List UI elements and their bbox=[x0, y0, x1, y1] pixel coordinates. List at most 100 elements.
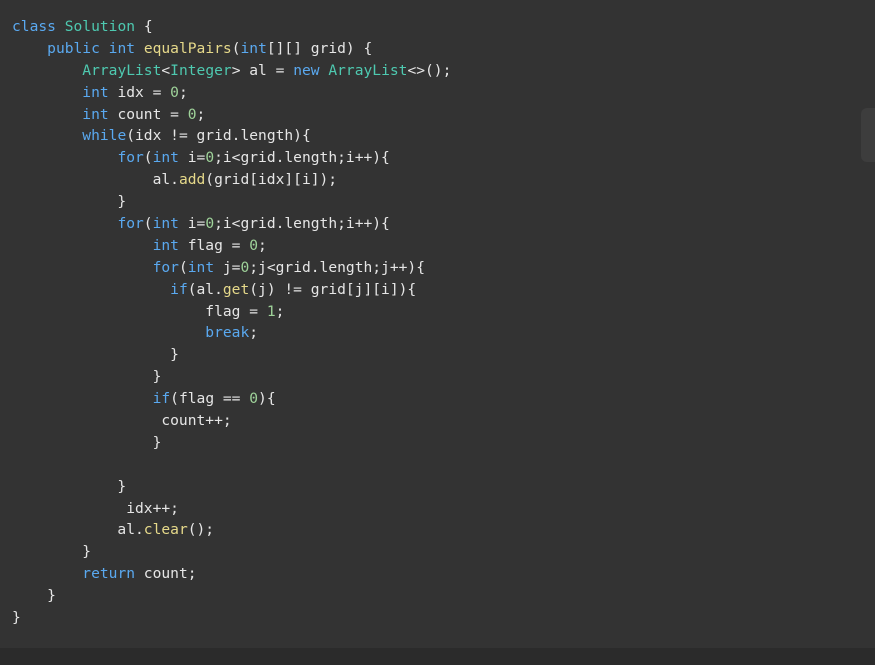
code-token: (al. bbox=[187, 280, 223, 298]
code-token: ; bbox=[196, 105, 206, 123]
code-token: 0 bbox=[205, 215, 215, 233]
code-token: count; bbox=[135, 565, 197, 583]
code-line: for(int j=0;j<grid.length;j++){ bbox=[12, 257, 451, 279]
code-token: } bbox=[12, 433, 162, 451]
code-line: break; bbox=[12, 322, 451, 344]
code-line: for(int i=0;i<grid.length;i++){ bbox=[12, 147, 451, 169]
code-token: 0 bbox=[170, 83, 179, 101]
code-line: } bbox=[12, 432, 451, 454]
code-line: if(flag == 0){ bbox=[12, 388, 451, 410]
code-token: } bbox=[12, 346, 179, 364]
code-token: ; bbox=[258, 236, 267, 254]
code-token: 0 bbox=[205, 149, 215, 167]
code-token: count++; bbox=[12, 412, 232, 430]
code-token: ( bbox=[231, 39, 241, 57]
code-line: if(al.get(j) != grid[j][i]){ bbox=[12, 279, 451, 301]
code-line: } bbox=[12, 585, 451, 607]
code-line: return count; bbox=[12, 563, 451, 585]
code-token: new bbox=[293, 61, 320, 79]
code-token: { bbox=[135, 18, 153, 35]
code-token: get bbox=[222, 280, 250, 298]
code-token: count = bbox=[108, 105, 188, 123]
code-token: if bbox=[170, 280, 188, 298]
code-token: (grid[idx][i]); bbox=[205, 171, 338, 189]
code-token: ( bbox=[143, 215, 153, 233]
code-line: ArrayList<Integer> al = new ArrayList<>(… bbox=[12, 60, 451, 82]
code-line: while(idx != grid.length){ bbox=[12, 125, 451, 147]
code-token: 0 bbox=[249, 390, 259, 408]
code-token: if bbox=[152, 390, 171, 408]
code-token: (flag == bbox=[170, 390, 250, 408]
code-token: ArrayList bbox=[328, 61, 408, 79]
code-token: break bbox=[205, 324, 250, 342]
code-token: idx = bbox=[108, 83, 171, 101]
code-token: ;i<grid.length;i++){ bbox=[214, 215, 390, 233]
code-token: } bbox=[12, 609, 21, 627]
code-token: 1 bbox=[266, 302, 276, 320]
code-token: Integer bbox=[170, 61, 232, 79]
code-token: int bbox=[187, 258, 215, 276]
code-token: } bbox=[12, 587, 56, 605]
code-token: 0 bbox=[187, 105, 197, 123]
code-token: int bbox=[82, 83, 109, 101]
code-token: } bbox=[12, 368, 162, 386]
code-token: ;j<grid.length;j++){ bbox=[249, 258, 425, 276]
code-token: while bbox=[82, 127, 127, 145]
code-token: > al = bbox=[231, 61, 294, 79]
code-token: } bbox=[12, 477, 127, 495]
code-token: int bbox=[240, 39, 267, 57]
code-line: flag = 1; bbox=[12, 301, 451, 323]
code-token: clear bbox=[143, 521, 188, 539]
code-line: int count = 0; bbox=[12, 104, 451, 126]
scrollbar-handle[interactable] bbox=[861, 108, 875, 162]
code-token: equalPairs bbox=[143, 39, 232, 57]
code-token: ;i<grid.length;i++){ bbox=[214, 149, 390, 167]
code-token: al. bbox=[12, 521, 144, 539]
code-token: ( bbox=[178, 258, 188, 276]
code-editor[interactable]: class Solution { public int equalPairs(i… bbox=[0, 0, 875, 648]
code-token: ){ bbox=[258, 390, 276, 408]
code-token: flag = bbox=[12, 302, 267, 320]
code-line: al.add(grid[idx][i]); bbox=[12, 169, 451, 191]
code-token: int bbox=[152, 215, 179, 233]
code-token: j= bbox=[214, 258, 241, 276]
code-token: for bbox=[152, 258, 179, 276]
footer-bar bbox=[0, 648, 875, 665]
code-line: al.clear(); bbox=[12, 519, 451, 541]
code-token: int bbox=[152, 149, 179, 167]
code-token: i= bbox=[178, 149, 206, 167]
code-token: <>(); bbox=[407, 61, 452, 79]
code-line: class Solution { bbox=[12, 16, 451, 38]
code-token: } bbox=[12, 193, 127, 211]
code-token: Solution bbox=[64, 18, 136, 35]
code-line: } bbox=[12, 607, 451, 629]
code-token: ; bbox=[275, 302, 285, 320]
code-line: int idx = 0; bbox=[12, 82, 451, 104]
code-token: int bbox=[82, 105, 109, 123]
code-line: public int equalPairs(int[][] grid) { bbox=[12, 38, 451, 60]
code-line: } bbox=[12, 541, 451, 563]
code-token: ; bbox=[249, 324, 259, 342]
code-line: } bbox=[12, 344, 451, 366]
code-token: for bbox=[117, 149, 144, 167]
code-block[interactable]: class Solution { public int equalPairs(i… bbox=[12, 16, 451, 629]
code-token: ( bbox=[143, 149, 153, 167]
code-token: i= bbox=[178, 215, 206, 233]
code-token: < bbox=[161, 61, 171, 79]
code-token: for bbox=[117, 215, 144, 233]
code-token: 0 bbox=[240, 258, 250, 276]
